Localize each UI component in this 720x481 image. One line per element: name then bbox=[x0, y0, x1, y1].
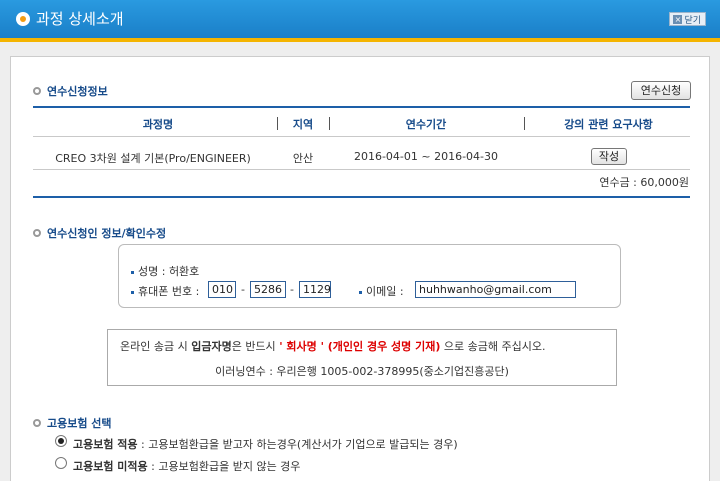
insurance-noapply-bold: 고용보험 미적용 bbox=[73, 460, 148, 473]
notice-text: 은 반드시 bbox=[231, 340, 280, 353]
applicant-name-text: 성명 : 허환호 bbox=[138, 265, 200, 278]
bullet-dot-icon bbox=[359, 290, 362, 294]
payment-notice-box: 온라인 송금 시 입금자명은 반드시 ' 회사명 ' (개인인 경우 성명 기재… bbox=[107, 329, 617, 386]
phone-part1-input[interactable]: 010 bbox=[208, 281, 236, 298]
bullet-dot-icon bbox=[131, 290, 134, 294]
email-label: 이메일 : bbox=[359, 283, 404, 299]
insurance-noapply-radio[interactable] bbox=[55, 457, 67, 469]
phone-label: 휴대폰 번호 : bbox=[131, 283, 199, 299]
section-bullet-icon bbox=[33, 229, 41, 237]
table-row-divider bbox=[33, 169, 690, 170]
phone-part2-input[interactable]: 5286 bbox=[250, 281, 286, 298]
table-header-divider bbox=[33, 136, 690, 137]
apply-button[interactable]: 연수신청 bbox=[631, 81, 691, 100]
insurance-apply-bold: 고용보험 적용 bbox=[73, 438, 138, 451]
section-bullet-icon bbox=[33, 419, 41, 427]
accent-bar bbox=[0, 38, 720, 42]
section-applicant-title-text: 연수신청인 정보/확인수정 bbox=[47, 227, 167, 240]
applicant-name: 성명 : 허환호 bbox=[131, 263, 199, 279]
insurance-apply-label: 고용보험 적용 : 고용보험환급을 받고자 하는경우(계산서가 기업으로 발급되… bbox=[73, 436, 458, 452]
bank-account-info: 이러닝연수 : 우리은행 1005-002-378995(중소기업진흥공단) bbox=[215, 365, 509, 378]
close-label: 닫기 bbox=[684, 15, 701, 26]
close-button[interactable]: × 닫기 bbox=[669, 12, 706, 26]
insurance-apply-radio[interactable] bbox=[55, 435, 67, 447]
column-header-course: 과정명 bbox=[142, 118, 174, 131]
content-panel: 연수신청정보 연수신청 과정명 지역 연수기간 강의 관련 요구사항 CREO … bbox=[10, 56, 710, 481]
bullet-dot-icon bbox=[131, 270, 134, 274]
column-header-region: 지역 bbox=[292, 118, 314, 131]
phone-separator: - bbox=[290, 283, 294, 296]
close-icon: × bbox=[673, 14, 683, 24]
applicant-info-box: 성명 : 허환호 휴대폰 번호 : 010 - 5286 - 1129 이메일 … bbox=[118, 244, 621, 308]
section-applicant-title: 연수신청인 정보/확인수정 bbox=[33, 225, 166, 241]
window-title-text: 과정 상세소개 bbox=[36, 10, 124, 28]
payment-notice-line1: 온라인 송금 시 입금자명은 반드시 ' 회사명 ' (개인인 경우 성명 기재… bbox=[120, 338, 545, 354]
insurance-noapply-label: 고용보험 미적용 : 고용보험환급을 받지 않는 경우 bbox=[73, 458, 300, 474]
table-top-border bbox=[33, 106, 690, 108]
window-titlebar: 과정 상세소개 × 닫기 bbox=[0, 0, 720, 38]
title-bullet-icon bbox=[16, 11, 30, 26]
column-header-requirements: 강의 관련 요구사항 bbox=[564, 118, 653, 131]
period-cell: 2016-04-01 ~ 2016-04-30 bbox=[353, 150, 499, 163]
phone-part3-input[interactable]: 1129 bbox=[299, 281, 331, 298]
insurance-apply-text: : 고용보험환급을 받고자 하는경우(계산서가 기업으로 발급되는 경우) bbox=[137, 438, 458, 451]
section-enroll-title-text: 연수신청정보 bbox=[47, 85, 108, 98]
window-title: 과정 상세소개 bbox=[16, 8, 124, 29]
column-separator bbox=[329, 117, 330, 130]
email-label-text: 이메일 : bbox=[366, 285, 404, 298]
email-input[interactable]: huhhwanho@gmail.com bbox=[415, 281, 576, 298]
notice-text: 으로 송금해 주십시오. bbox=[440, 340, 546, 353]
phone-separator: - bbox=[241, 283, 245, 296]
section-insurance-title-text: 고용보험 선택 bbox=[47, 417, 112, 430]
phone-label-text: 휴대폰 번호 : bbox=[138, 285, 200, 298]
insurance-noapply-text: : 고용보험환급을 받지 않는 경우 bbox=[147, 460, 301, 473]
section-bullet-icon bbox=[33, 87, 41, 95]
notice-emphasis: 입금자명 bbox=[191, 340, 232, 353]
requirements-write-button[interactable]: 작성 bbox=[591, 148, 627, 165]
notice-text: 온라인 송금 시 bbox=[120, 340, 192, 353]
section-insurance-title: 고용보험 선택 bbox=[33, 415, 112, 431]
course-name-cell: CREO 3차원 설계 기본(Pro/ENGINEER) bbox=[55, 152, 251, 165]
column-header-period: 연수기간 bbox=[405, 118, 447, 131]
course-fee: 연수금 : 60,000원 bbox=[599, 176, 689, 189]
table-bottom-border bbox=[33, 196, 690, 198]
section-enroll-title: 연수신청정보 bbox=[33, 83, 108, 99]
notice-highlight: ' 회사명 ' (개인인 경우 성명 기재) bbox=[279, 340, 441, 353]
region-cell: 안산 bbox=[292, 152, 314, 165]
column-separator bbox=[524, 117, 525, 130]
